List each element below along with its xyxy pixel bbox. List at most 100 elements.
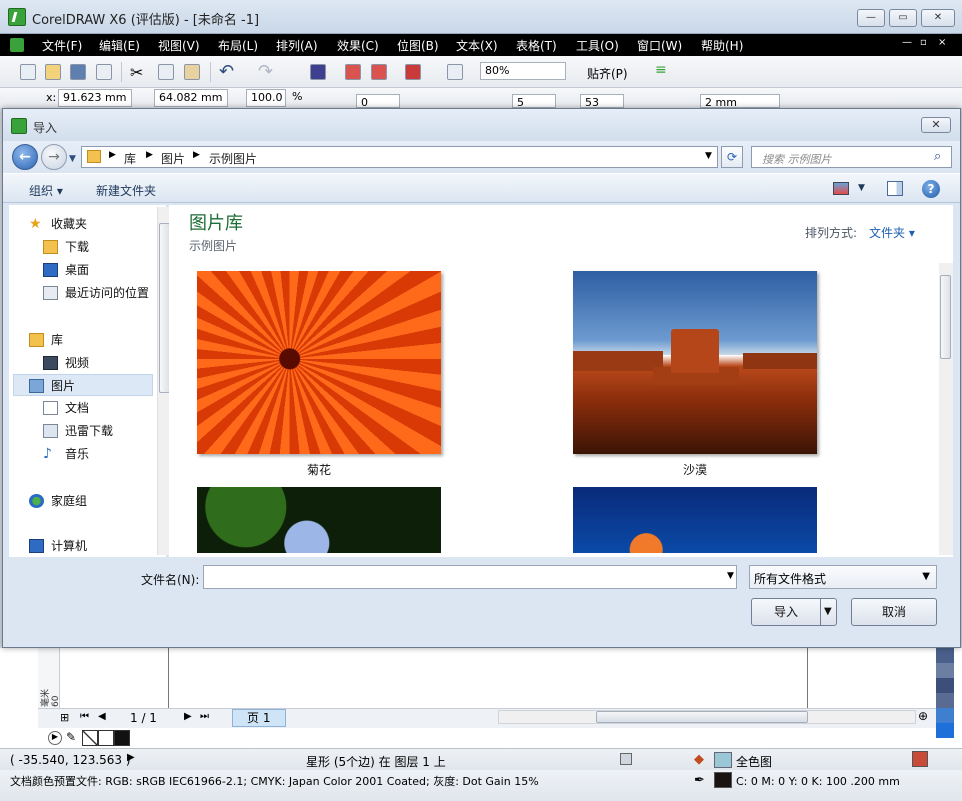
next-page-icon[interactable]: ▶ (184, 711, 192, 722)
nav-item-computer[interactable]: 计算机 (29, 535, 169, 557)
breadcrumb-library[interactable]: 库 (124, 150, 136, 167)
close-button[interactable]: ✕ (921, 9, 955, 27)
filename-dropdown-icon[interactable]: ▼ (727, 571, 734, 581)
star-points-input[interactable]: 5 (512, 94, 556, 109)
nav-item-homegroup[interactable]: 家庭组 (29, 490, 169, 512)
palette-swatch[interactable] (936, 648, 954, 663)
palette-swatch[interactable] (936, 663, 954, 678)
menu-text[interactable]: 文本(X) (456, 37, 498, 54)
snap-to-menu[interactable]: 贴齐(P) (587, 65, 628, 82)
zoom-select[interactable]: 80% (480, 62, 566, 80)
menu-effects[interactable]: 效果(C) (337, 37, 379, 54)
no-color-swatch[interactable] (82, 730, 98, 746)
save-icon[interactable] (70, 64, 86, 80)
outline-width-select[interactable]: 2 mm (700, 94, 780, 109)
cut-icon[interactable]: ✂ (130, 63, 143, 82)
view-dropdown-icon[interactable]: ▼ (858, 183, 865, 193)
refresh-icon[interactable]: ⟳ (721, 146, 743, 168)
organize-button[interactable]: 组织 ▾ (29, 182, 63, 199)
file-type-select[interactable]: 所有文件格式 ▼ (749, 565, 937, 589)
doc-restore-button[interactable]: ▫ (920, 37, 927, 48)
search-icon[interactable]: ⌕ (934, 149, 941, 164)
eyedropper-icon[interactable]: ✎ (66, 730, 76, 744)
menu-help[interactable]: 帮助(H) (701, 37, 743, 54)
menu-tools[interactable]: 工具(O) (576, 37, 619, 54)
import-icon[interactable] (345, 64, 361, 80)
add-page-icon[interactable]: ⊞ (60, 711, 69, 724)
profile-user-icon[interactable] (912, 751, 928, 767)
content-scroll-thumb[interactable] (940, 275, 951, 359)
nav-item-libraries[interactable]: 库 (29, 329, 169, 351)
x-position-input[interactable]: 91.623 mm (58, 89, 132, 107)
application-launcher-icon[interactable] (405, 64, 421, 80)
palette-swatch[interactable] (936, 708, 954, 723)
thumbnail-chrysanthemum[interactable] (197, 271, 441, 454)
history-dropdown-icon[interactable]: ▼ (69, 154, 76, 164)
content-scrollbar[interactable] (939, 263, 953, 555)
search-content-icon[interactable] (310, 64, 326, 80)
open-folder-icon[interactable] (45, 64, 61, 80)
preview-pane-icon[interactable] (887, 181, 903, 196)
palette-swatch[interactable] (936, 723, 954, 738)
address-dropdown-icon[interactable]: ▼ (705, 151, 712, 161)
first-page-icon[interactable]: ⏮ (80, 711, 89, 722)
import-button[interactable]: 导入 ▼ (751, 598, 837, 626)
new-folder-button[interactable]: 新建文件夹 (96, 182, 156, 199)
menu-arrange[interactable]: 排列(A) (276, 37, 318, 54)
status-expand-icon[interactable]: ▶ (127, 752, 135, 763)
star-sharpness-input[interactable]: 53 (580, 94, 624, 109)
menu-table[interactable]: 表格(T) (516, 37, 557, 54)
scale-input[interactable]: 100.0 (246, 89, 286, 107)
import-options-dropdown-icon[interactable]: ▼ (824, 599, 832, 625)
prev-page-icon[interactable]: ◀ (98, 711, 106, 722)
export-icon[interactable] (371, 64, 387, 80)
doc-close-button[interactable]: × (938, 37, 946, 48)
fill-bucket-icon[interactable]: ◆ (694, 752, 704, 767)
thumbnail-desert[interactable] (573, 271, 817, 454)
new-document-icon[interactable] (20, 64, 36, 80)
help-icon[interactable]: ? (922, 180, 940, 198)
print-icon[interactable] (96, 64, 112, 80)
change-view-icon[interactable] (833, 182, 849, 195)
welcome-screen-icon[interactable] (447, 64, 463, 80)
menu-view[interactable]: 视图(V) (158, 37, 200, 54)
nav-item-recent-places[interactable]: 最近访问的位置 (43, 282, 167, 304)
rotation-input[interactable]: 0 (356, 94, 400, 109)
thumbnail-hydrangeas[interactable] (197, 487, 441, 553)
maximize-button[interactable]: ▭ (889, 9, 917, 27)
menu-window[interactable]: 窗口(W) (637, 37, 682, 54)
palette-swatch[interactable] (936, 678, 954, 693)
minimize-button[interactable]: — (857, 9, 885, 27)
doc-minimize-button[interactable]: — (902, 37, 912, 48)
thumbnail-jellyfish[interactable] (573, 487, 817, 553)
width-input[interactable]: 64.082 mm (154, 89, 228, 107)
dialog-close-button[interactable]: ✕ (921, 117, 951, 133)
menu-file[interactable]: 文件(F) (42, 37, 82, 54)
undo-icon[interactable]: ↶ (219, 61, 234, 82)
back-arrow-icon[interactable]: ← (12, 144, 38, 170)
page-tab[interactable]: 页 1 (232, 709, 286, 727)
breadcrumb-pictures[interactable]: 图片 (161, 150, 185, 167)
paste-icon[interactable] (184, 64, 200, 80)
breadcrumb-sample-pictures[interactable]: 示例图片 (209, 150, 257, 167)
cancel-button[interactable]: 取消 (851, 598, 937, 626)
search-input[interactable]: 搜索 示例图片 ⌕ (751, 146, 952, 168)
options-icon[interactable]: ≡ (655, 62, 671, 78)
horizontal-scroll-thumb[interactable] (596, 711, 808, 723)
copy-icon[interactable] (158, 64, 174, 80)
address-bar[interactable]: ▶ 库 ▶ 图片 ▶ 示例图片 ▼ (81, 146, 718, 168)
sort-dropdown[interactable]: 文件夹 ▾ (869, 224, 915, 241)
white-swatch[interactable] (98, 730, 114, 746)
zoom-icon[interactable]: ⊕ (918, 709, 928, 723)
palette-swatch[interactable] (936, 693, 954, 708)
nav-item-favorites[interactable]: ★ 收藏夹 (29, 213, 169, 235)
pen-icon[interactable]: ✒ (694, 773, 705, 788)
menu-edit[interactable]: 编辑(E) (99, 37, 140, 54)
menu-bitmaps[interactable]: 位图(B) (397, 37, 439, 54)
last-page-icon[interactable]: ⏭ (200, 711, 209, 722)
black-swatch[interactable] (114, 730, 130, 746)
filename-input[interactable] (203, 565, 737, 589)
menu-layout[interactable]: 布局(L) (218, 37, 258, 54)
nav-item-pictures[interactable]: 图片 (13, 374, 153, 396)
palette-play-icon[interactable]: ▶ (48, 731, 62, 745)
